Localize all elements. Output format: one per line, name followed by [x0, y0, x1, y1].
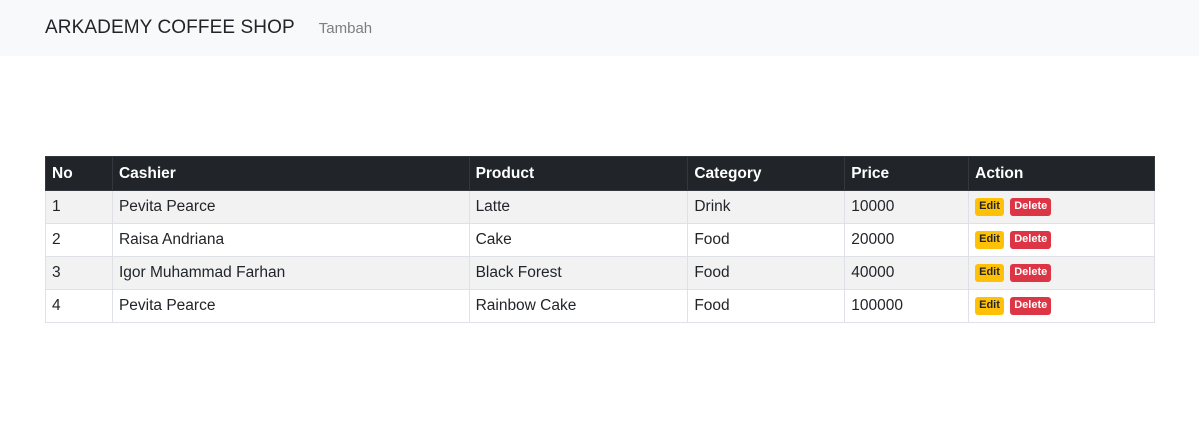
cell-product: Cake [468, 223, 689, 257]
cell-price: 10000 [844, 190, 970, 224]
cell-cashier: Igor Muhammad Farhan [111, 256, 470, 290]
cell-no: 3 [45, 256, 113, 290]
table-row: 2 Raisa Andriana Cake Food 20000 Edit De… [45, 223, 1155, 257]
cell-category: Food [687, 289, 846, 323]
table-row: 1 Pevita Pearce Latte Drink 10000 Edit D… [45, 190, 1155, 224]
cell-action: Edit Delete [968, 223, 1155, 257]
header-no: No [45, 156, 113, 191]
cell-category: Drink [687, 190, 846, 224]
edit-button[interactable]: Edit [975, 296, 1004, 315]
cell-action: Edit Delete [968, 256, 1155, 290]
delete-button[interactable]: Delete [1010, 296, 1052, 315]
cell-product: Rainbow Cake [468, 289, 689, 323]
transactions-table: No Cashier Product Category Price Action… [45, 156, 1155, 323]
cell-category: Food [687, 256, 846, 290]
table-row: 3 Igor Muhammad Farhan Black Forest Food… [45, 256, 1155, 290]
cell-cashier: Pevita Pearce [111, 190, 470, 224]
delete-button[interactable]: Delete [1010, 230, 1052, 249]
edit-button[interactable]: Edit [975, 197, 1004, 216]
header-price: Price [844, 156, 970, 191]
delete-button[interactable]: Delete [1010, 197, 1052, 216]
nav-link-tambah[interactable]: Tambah [319, 20, 372, 37]
cell-no: 4 [45, 289, 113, 323]
cell-no: 2 [45, 223, 113, 257]
header-category: Category [687, 156, 846, 191]
delete-button[interactable]: Delete [1010, 263, 1052, 282]
cell-category: Food [687, 223, 846, 257]
table-header: No Cashier Product Category Price Action [45, 156, 1155, 191]
cell-price: 40000 [844, 256, 970, 290]
main-container: No Cashier Product Category Price Action… [45, 156, 1155, 323]
cell-cashier: Raisa Andriana [111, 223, 470, 257]
edit-button[interactable]: Edit [975, 230, 1004, 249]
cell-price: 100000 [844, 289, 970, 323]
edit-button[interactable]: Edit [975, 263, 1004, 282]
cell-product: Black Forest [468, 256, 689, 290]
brand-title[interactable]: ARKADEMY COFFEE SHOP [45, 17, 295, 39]
cell-cashier: Pevita Pearce [111, 289, 470, 323]
cell-action: Edit Delete [968, 190, 1155, 224]
table-row: 4 Pevita Pearce Rainbow Cake Food 100000… [45, 289, 1155, 323]
cell-no: 1 [45, 190, 113, 224]
header-cashier: Cashier [111, 156, 470, 191]
header-row: No Cashier Product Category Price Action [45, 156, 1155, 191]
table-body: 1 Pevita Pearce Latte Drink 10000 Edit D… [45, 190, 1155, 323]
cell-price: 20000 [844, 223, 970, 257]
header-action: Action [968, 156, 1155, 191]
header-product: Product [468, 156, 689, 191]
cell-product: Latte [468, 190, 689, 224]
cell-action: Edit Delete [968, 289, 1155, 323]
navbar: ARKADEMY COFFEE SHOP Tambah [0, 0, 1199, 56]
